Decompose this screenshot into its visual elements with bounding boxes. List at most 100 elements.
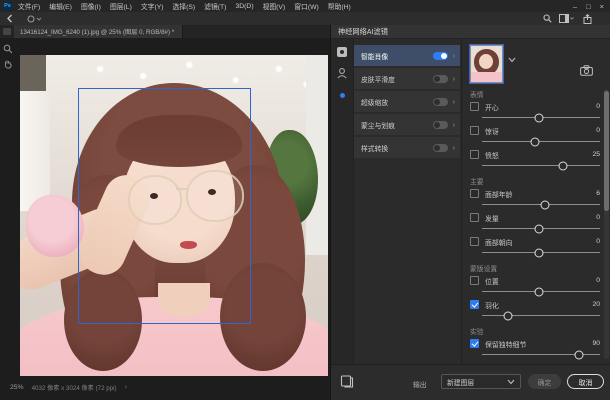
window-controls: – □ × xyxy=(573,2,610,11)
preview-layers-icon[interactable] xyxy=(340,374,354,388)
face-selector-chevron-icon[interactable] xyxy=(508,57,516,63)
menu-filter[interactable]: 滤镜(T) xyxy=(204,1,226,11)
slider-track[interactable] xyxy=(482,354,600,355)
slider-track[interactable] xyxy=(482,252,600,253)
slider-handle[interactable] xyxy=(559,161,568,170)
slider-label: 保留独特细节 xyxy=(485,339,592,349)
slider-checkbox[interactable] xyxy=(470,189,479,198)
slider-track[interactable] xyxy=(482,315,600,316)
status-chevron-icon[interactable]: › xyxy=(125,384,127,391)
filter-item-super-zoom[interactable]: 超级缩放 › xyxy=(354,91,460,112)
slider-checkbox[interactable] xyxy=(470,102,479,111)
hand-tool-icon[interactable] xyxy=(3,59,13,69)
zoom-tool-icon[interactable] xyxy=(3,44,13,54)
filter-toggle-off[interactable] xyxy=(433,98,448,106)
slider-label: 开心 xyxy=(485,102,596,112)
photoshop-logo: Ps xyxy=(3,2,12,11)
menu-3d[interactable]: 3D(D) xyxy=(235,3,253,10)
slider-value: 20 xyxy=(592,301,600,308)
search-icon[interactable] xyxy=(543,14,552,23)
slider-checkbox[interactable] xyxy=(470,213,479,222)
slider-handle[interactable] xyxy=(574,350,583,359)
slider-track[interactable] xyxy=(482,228,600,229)
close-button[interactable]: × xyxy=(600,2,604,11)
document-tab[interactable]: 13416124_IMG_6240 (1).jpg @ 25% (图层 0, R… xyxy=(14,25,183,38)
ok-button[interactable]: 确定 xyxy=(528,374,561,389)
slider-handle[interactable] xyxy=(534,113,543,122)
slider-track[interactable] xyxy=(482,291,600,292)
thumbnail-face xyxy=(479,54,493,69)
face-thumbnail[interactable] xyxy=(470,45,503,83)
slider-track[interactable] xyxy=(482,204,600,205)
slider-value: 0 xyxy=(596,238,600,245)
filter-label: 皮肤平滑度 xyxy=(361,74,433,84)
chevron-right-icon: › xyxy=(453,143,456,152)
scrollbar-thumb[interactable] xyxy=(604,91,609,211)
slider-checkbox[interactable] xyxy=(470,276,479,285)
filter-toggle-off[interactable] xyxy=(433,121,448,129)
menu-layer[interactable]: 图层(L) xyxy=(110,1,132,11)
filter-toggle-on[interactable] xyxy=(433,52,448,60)
slider-label: 面部年龄 xyxy=(485,189,596,199)
slider-track[interactable] xyxy=(482,141,600,142)
slider-handle[interactable] xyxy=(503,311,512,320)
menu-help[interactable]: 帮助(H) xyxy=(328,1,351,11)
filter-toggle-off[interactable] xyxy=(433,144,448,152)
slider-label: 愤怒 xyxy=(485,150,592,160)
workspace-switcher-icon[interactable] xyxy=(559,14,574,23)
menu-window[interactable]: 窗口(W) xyxy=(294,1,319,11)
document-tab-title: 13416124_IMG_6240 (1).jpg @ 25% (图层 0, R… xyxy=(20,27,174,36)
cancel-button[interactable]: 取消 xyxy=(567,374,604,389)
filter-item-smart-portrait[interactable]: 智能肖像 › xyxy=(354,45,460,66)
menu-image[interactable]: 图像(I) xyxy=(81,1,101,11)
chevron-down-icon xyxy=(507,379,515,385)
slider-handle[interactable] xyxy=(534,248,543,257)
zoom-level[interactable]: 25% xyxy=(10,384,24,391)
slider-checkbox-checked[interactable] xyxy=(470,300,479,309)
menu-type[interactable]: 文字(Y) xyxy=(141,1,164,11)
photo-document[interactable] xyxy=(20,55,328,376)
slider-checkbox[interactable] xyxy=(470,237,479,246)
slider-value: 90 xyxy=(592,340,600,347)
maximize-button[interactable]: □ xyxy=(586,2,591,11)
slider-handle[interactable] xyxy=(540,200,549,209)
beta-indicator-dot xyxy=(340,93,345,98)
minimize-button[interactable]: – xyxy=(573,2,577,11)
filter-toggle-off[interactable] xyxy=(433,75,448,83)
menu-select[interactable]: 选择(S) xyxy=(173,1,196,11)
slider-label: 惊讶 xyxy=(485,126,596,136)
output-select[interactable]: 新建图层 xyxy=(441,374,521,389)
filter-item-style-transfer[interactable]: 样式转换 › xyxy=(354,137,460,158)
face-detection-box[interactable] xyxy=(78,88,251,324)
slider-track[interactable] xyxy=(482,117,600,118)
menu-view[interactable]: 视图(V) xyxy=(263,1,286,11)
slider-handle[interactable] xyxy=(534,287,543,296)
photoshop-window: Ps 文件(F) 编辑(E) 图像(I) 图层(L) 文字(Y) 选择(S) 滤… xyxy=(0,0,610,400)
menu-edit[interactable]: 编辑(E) xyxy=(49,1,72,11)
slider-value: 6 xyxy=(596,190,600,197)
filter-list: 智能肖像 › 皮肤平滑度 › 超级缩放 › 蒙尘与划痕 › xyxy=(353,39,461,364)
slider-handle[interactable] xyxy=(534,224,543,233)
slider-checkbox[interactable] xyxy=(470,150,479,159)
scrollbar[interactable] xyxy=(604,89,609,359)
featured-filters-icon[interactable] xyxy=(336,46,348,58)
tool-options-icon[interactable] xyxy=(27,15,43,23)
menu-file[interactable]: 文件(F) xyxy=(18,1,40,11)
slider-handle[interactable] xyxy=(531,137,540,146)
slider-label: 发量 xyxy=(485,213,596,223)
panel-footer: 输出 新建图层 确定 取消 xyxy=(331,364,610,400)
back-arrow-icon[interactable] xyxy=(6,14,14,23)
slider-track[interactable] xyxy=(482,165,600,166)
filter-item-skin-smoothing[interactable]: 皮肤平滑度 › xyxy=(354,68,460,89)
share-icon[interactable] xyxy=(583,14,592,24)
filter-item-dust-scratches[interactable]: 蒙尘与划痕 › xyxy=(354,114,460,135)
status-bar: 25% 4032 像素 x 3024 像素 (72 ppi) › xyxy=(10,383,127,392)
slider-checkbox[interactable] xyxy=(470,126,479,135)
chevron-right-icon: › xyxy=(453,97,456,106)
tab-home-icon[interactable] xyxy=(3,28,11,35)
slider-value: 25 xyxy=(592,151,600,158)
slider-checkbox-checked[interactable] xyxy=(470,339,479,348)
camera-preview-icon[interactable] xyxy=(580,65,593,76)
sliders-list: 表情 开心 0 惊讶 xyxy=(470,86,600,364)
portrait-filters-icon[interactable] xyxy=(336,67,348,79)
